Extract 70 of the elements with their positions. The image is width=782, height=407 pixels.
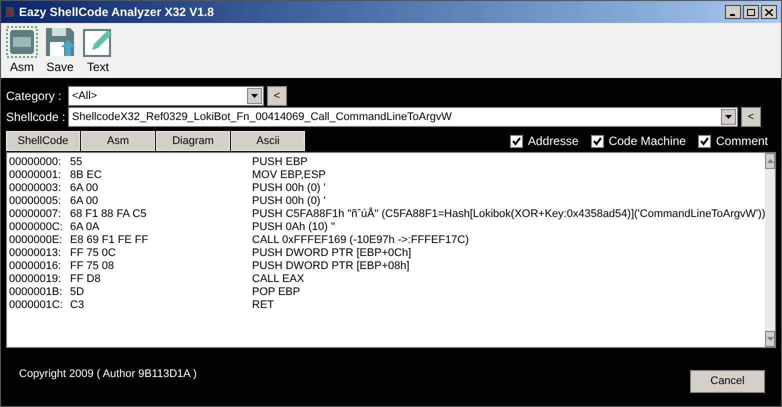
address-text: 0000000E: — [9, 234, 64, 247]
address-text: 00000000: — [9, 156, 62, 169]
checkbox[interactable] — [590, 134, 604, 148]
address-text: 00000019: — [9, 273, 62, 286]
toolbar-button[interactable]: Text — [82, 26, 114, 76]
checkbox-label: Comment — [716, 133, 768, 150]
pencil-edit-icon — [82, 26, 114, 58]
checkbox[interactable] — [698, 134, 711, 148]
bytes-text: 6A 00 — [70, 195, 100, 208]
view-button[interactable]: ShellCode — [6, 131, 80, 151]
instruction-text: CALL 0xFFFEF169 (-10E97h ->:FFFEF17C) — [252, 234, 469, 247]
bytes-text: C3 — [70, 299, 86, 312]
address-text: 00000013: — [9, 247, 62, 260]
bytes-text: 6A 00 — [70, 182, 100, 195]
address-text: 0000001C: — [9, 299, 64, 312]
address-text: 00000005: — [9, 195, 62, 208]
maximize-icon — [747, 8, 755, 16]
bytes-text: 55 — [70, 156, 84, 169]
back-button[interactable]: < — [741, 107, 761, 127]
instruction-text: PUSH 0Ah (10) '' — [252, 221, 336, 234]
scroll-down-icon[interactable] — [765, 331, 775, 347]
instruction-text: RET — [252, 299, 274, 312]
close-icon — [765, 8, 773, 16]
instruction-text: PUSH EBP — [252, 156, 308, 169]
bytes-text: E8 69 F1 FE FF — [70, 234, 150, 247]
scroll-up-icon[interactable] — [765, 153, 775, 169]
field-label: Category : — [6, 88, 62, 105]
bytes-text: FF D8 — [70, 273, 102, 286]
cancel-button[interactable]: Cancel — [690, 370, 765, 392]
toolbar-button[interactable]: Save — [44, 26, 76, 76]
app-icon — [5, 6, 15, 18]
checkbox[interactable] — [510, 134, 523, 148]
instruction-text: PUSH 00h (0) ' — [252, 195, 326, 208]
bytes-text: 8B EC — [70, 169, 103, 182]
copyright-text: Copyright 2009 ( Author 9B113D1A ) — [19, 366, 197, 382]
address-text: 00000003: — [9, 182, 62, 195]
back-button[interactable]: < — [267, 86, 287, 106]
chip-icon — [6, 26, 38, 58]
bytes-text: FF 75 08 — [70, 260, 116, 273]
instruction-text: PUSH C5FA88F1h "ñˆúÅ" (C5FA88F1=Hash[Lokibok(XOR+Key:0x4358ad54)]('CommandLineToArgvW')) — [252, 208, 766, 221]
instruction-text: PUSH 00h (0) ' — [252, 182, 326, 195]
field-label: Shellcode : — [6, 109, 64, 126]
bytes-text: 68 F1 88 FA C5 — [70, 208, 148, 221]
close-button[interactable] — [761, 5, 777, 19]
save-icon — [44, 26, 76, 58]
scrollbar[interactable] — [765, 153, 775, 347]
toolbar-button[interactable]: Asm — [6, 26, 38, 76]
view-button[interactable]: Asm — [81, 131, 155, 151]
window-title: Eazy ShellCode Analyzer X32 V1.8 — [19, 4, 215, 21]
instruction-text: POP EBP — [252, 286, 300, 299]
checkbox-label: Addresse — [528, 133, 579, 150]
instruction-text: PUSH DWORD PTR [EBP+08h] — [252, 260, 410, 273]
bytes-text: FF 75 0C — [70, 247, 117, 260]
view-button[interactable]: Diagram — [156, 131, 230, 151]
address-text: 00000016: — [9, 260, 62, 273]
bytes-text: 6A 0A — [70, 221, 100, 234]
checkbox-label: Code Machine — [608, 133, 686, 150]
instruction-text: MOV EBP,ESP — [252, 169, 326, 182]
maximize-button[interactable] — [743, 5, 759, 19]
instruction-text: PUSH DWORD PTR [EBP+0Ch] — [252, 247, 412, 260]
category-dropdown[interactable]: <All> — [68, 86, 264, 106]
instruction-text: CALL EAX — [252, 273, 304, 286]
bytes-text: 5D — [70, 286, 86, 299]
minimize-button[interactable] — [725, 5, 741, 19]
address-text: 00000001: — [9, 169, 62, 182]
address-text: 0000001B: — [9, 286, 64, 299]
shellcode-dropdown[interactable]: ShellcodeX32_Ref0329_LokiBot_Fn_00414069_Call_CommandLineToArgvW — [68, 107, 738, 127]
view-button[interactable]: Ascii — [231, 131, 305, 151]
address-text: 00000007: — [9, 208, 62, 221]
address-text: 0000000C: — [9, 221, 64, 234]
